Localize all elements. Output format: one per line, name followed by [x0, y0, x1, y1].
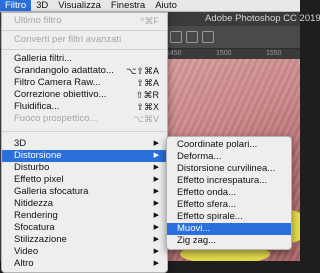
ruler-label: 1450: [166, 50, 182, 57]
submenu-sfocatura[interactable]: Sfocatura ▶: [2, 222, 167, 234]
menu-item-shear[interactable]: Deforma...: [167, 151, 291, 163]
submenu-arrow-icon: ▶: [153, 176, 159, 183]
menu-item-label: Ultimo filtro: [14, 15, 62, 26]
menu-item-label: Nitidezza: [14, 198, 54, 209]
submenu-arrow-icon: ▶: [153, 224, 159, 231]
menu-item-polar-coordinates[interactable]: Coordinate polari...: [167, 139, 291, 151]
submenu-video[interactable]: Video ▶: [2, 246, 167, 258]
menu-item-displace[interactable]: Muovi...: [167, 223, 291, 235]
menu-item-label: Stilizzazione: [14, 234, 67, 245]
menu-item-label: Fluidifica...: [14, 101, 60, 112]
menu-item-label: Galleria filtri...: [14, 53, 73, 64]
submenu-stilizzazione[interactable]: Stilizzazione ▶: [2, 234, 167, 246]
app-title: Adobe Photoshop CC 2019: [205, 13, 320, 24]
menu-item-shortcut: ^⌘F: [140, 16, 159, 26]
menu-separator: [2, 131, 167, 132]
menu-item-label: Galleria sfocatura: [14, 186, 89, 197]
menu-item-wave[interactable]: Effetto onda...: [167, 187, 291, 199]
submenu-nitidezza[interactable]: Nitidezza ▶: [2, 198, 167, 210]
menu-item-label: Filtro Camera Raw...: [14, 77, 101, 88]
menu-item-filter-gallery[interactable]: Galleria filtri...: [2, 53, 167, 65]
menu-item-label: Distorsione: [14, 150, 62, 161]
submenu-3d[interactable]: 3D ▶: [2, 138, 167, 150]
menu-item-smart-filters: Converti per filtri avanzati: [2, 34, 167, 46]
menu-item-twirl[interactable]: Effetto spirale...: [167, 211, 291, 223]
menu-item-label: Sfocatura: [14, 222, 55, 233]
submenu-arrow-icon: ▶: [153, 200, 159, 207]
submenu-arrow-icon: ▶: [153, 260, 159, 267]
menu-item-label: Correzione obiettivo...: [14, 89, 107, 100]
menu-item-label: Converti per filtri avanzati: [14, 34, 122, 45]
distort-submenu: Coordinate polari... Deforma... Distorsi…: [166, 136, 292, 250]
menu-item-liquify[interactable]: Fluidifica... ⇧⌘X: [2, 101, 167, 113]
menu-item-shortcut: ⇧⌘A: [136, 78, 159, 88]
menu-item-ripple[interactable]: Effetto increspatura...: [167, 175, 291, 187]
ruler-label: 1550: [266, 50, 282, 57]
submenu-arrow-icon: ▶: [153, 152, 159, 159]
menu-item-shortcut: ⇧⌘R: [135, 90, 159, 100]
menu-item-shortcut: ⌥⇧⌘A: [126, 66, 159, 76]
menubar-item-visualizza[interactable]: Visualizza: [53, 0, 106, 11]
menu-item-label: Grandangolo adattato...: [14, 65, 114, 76]
tool-option-icon[interactable]: [186, 31, 198, 43]
menu-separator: [2, 49, 167, 50]
menu-item-label: Video: [14, 246, 39, 257]
submenu-arrow-icon: ▶: [153, 140, 159, 147]
menu-item-zigzag[interactable]: Zig zag...: [167, 235, 291, 247]
tool-option-icon[interactable]: [170, 31, 182, 43]
menu-item-pinch[interactable]: Distorsione curvilinea...: [167, 163, 291, 175]
submenu-arrow-icon: ▶: [153, 164, 159, 171]
submenu-effetto-pixel[interactable]: Effetto pixel ▶: [2, 174, 167, 186]
ruler-label: 1500: [216, 50, 232, 57]
menu-separator: [2, 30, 167, 31]
menu-item-label: Altro: [14, 258, 34, 269]
menu-item-label: 3D: [14, 138, 27, 149]
menubar-item-filtro[interactable]: Filtro: [0, 0, 32, 11]
menu-item-lens-correction[interactable]: Correzione obiettivo... ⇧⌘R: [2, 89, 167, 101]
submenu-distorsione[interactable]: Distorsione ▶: [2, 150, 167, 162]
menu-item-adaptive-wide-angle[interactable]: Grandangolo adattato... ⌥⇧⌘A: [2, 65, 167, 77]
submenu-arrow-icon: ▶: [153, 212, 159, 219]
menubar-item-3d[interactable]: 3D: [31, 0, 53, 11]
menu-item-label: Fuoco prospettico...: [14, 113, 98, 124]
horizontal-ruler: 1450 1500 1550: [160, 49, 300, 59]
filter-menu: Ultimo filtro ^⌘F Converti per filtri av…: [1, 12, 168, 273]
submenu-galleria-sfocatura[interactable]: Galleria sfocatura ▶: [2, 186, 167, 198]
menu-item-camera-raw[interactable]: Filtro Camera Raw... ⇧⌘A: [2, 77, 167, 89]
menu-item-label: Rendering: [14, 210, 58, 221]
menu-item-shortcut: ⌥⌘V: [133, 114, 159, 124]
menu-item-vanishing-point: Fuoco prospettico... ⌥⌘V: [2, 113, 167, 125]
menu-item-last-filter: Ultimo filtro ^⌘F: [2, 15, 167, 27]
menu-item-label: Disturbo: [14, 162, 50, 173]
submenu-arrow-icon: ▶: [153, 236, 159, 243]
menu-item-shortcut: ⇧⌘X: [136, 102, 159, 112]
menubar-item-finestra[interactable]: Finestra: [106, 0, 150, 11]
tool-option-icon[interactable]: [202, 31, 214, 43]
menubar: Filtro 3D Visualizza Finestra Aiuto: [0, 0, 300, 12]
submenu-arrow-icon: ▶: [153, 188, 159, 195]
menu-item-label: Effetto pixel: [14, 174, 64, 185]
menubar-item-aiuto[interactable]: Aiuto: [150, 0, 182, 11]
submenu-rendering[interactable]: Rendering ▶: [2, 210, 167, 222]
submenu-arrow-icon: ▶: [153, 248, 159, 255]
submenu-altro[interactable]: Altro ▶: [2, 258, 167, 270]
menu-item-spherize[interactable]: Effetto sfera...: [167, 199, 291, 211]
submenu-disturbo[interactable]: Disturbo ▶: [2, 162, 167, 174]
